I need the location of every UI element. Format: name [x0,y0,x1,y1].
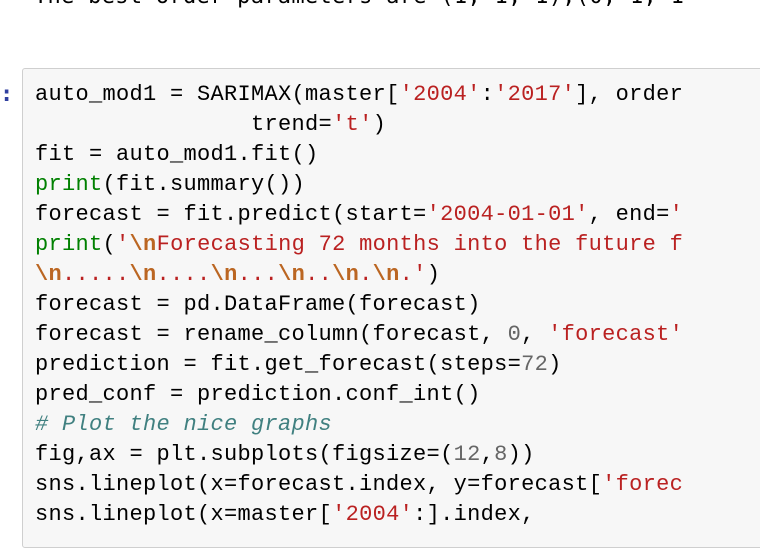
previous-output-text: The best order parameters are (1, 1, 1),… [34,0,684,9]
code-line[interactable]: trend='t') [35,110,683,140]
code-token: , end= [588,202,670,227]
code-line[interactable]: fit = auto_mod1.fit() [35,140,683,170]
code-token: : [480,82,495,107]
code-token: \n [278,262,306,287]
code-token: trend= [35,112,333,137]
code-token: fit = auto_mod1.fit() [35,142,319,167]
code-line[interactable]: forecast = pd.DataFrame(forecast) [35,290,683,320]
code-line[interactable]: print(fit.summary()) [35,170,683,200]
code-token: ], order [575,82,684,107]
code-token: prediction = fit.get_forecast(steps= [35,352,522,377]
cell-prompt: : [0,82,14,107]
code-token: 8 [494,442,508,467]
code-line[interactable]: pred_conf = prediction.conf_int() [35,380,683,410]
code-line[interactable]: # Plot the nice graphs [35,410,683,440]
code-token: \n [332,262,360,287]
code-line[interactable]: \n.....\n....\n...\n..\n.\n.') [35,260,683,290]
code-token: .' [399,262,427,287]
code-token: Forecasting 72 months into the future f [156,232,684,257]
code-token: forecast = fit.predict(start= [35,202,427,227]
code-line[interactable]: forecast = fit.predict(start='2004-01-01… [35,200,683,230]
code-line[interactable]: prediction = fit.get_forecast(steps=72) [35,350,683,380]
code-token: ' [669,202,684,227]
code-token: ) [548,352,562,377]
code-token: (fit.summary()) [102,172,306,197]
code-token: ' [116,232,130,257]
code-token: 0 [507,322,522,347]
code-line[interactable]: fig,ax = plt.subplots(figsize=(12,8)) [35,440,683,470]
code-token: :].index, [413,502,535,527]
code-token: # Plot the nice graphs [35,412,333,437]
code-token: \n [129,232,157,257]
code-token: 'forecast' [548,322,684,347]
code-token: sns.lineplot(x=forecast.index, y=forecas… [35,472,603,497]
code-token: '2004' [399,82,481,107]
code-line[interactable]: print('\nForecasting 72 months into the … [35,230,683,260]
code-token: print [35,232,103,257]
code-token: fig,ax = plt.subplots(figsize=( [35,442,454,467]
code-token: . [359,262,373,287]
code-token: ) [426,262,441,287]
code-line[interactable]: auto_mod1 = SARIMAX(master['2004':'2017'… [35,80,683,110]
code-token: auto_mod1 = SARIMAX(master[ [35,82,400,107]
code-line[interactable]: sns.lineplot(x=forecast.index, y=forecas… [35,470,683,500]
code-editor[interactable]: auto_mod1 = SARIMAX(master['2004':'2017'… [35,80,683,530]
code-token: ... [237,262,279,287]
code-token: 12 [453,442,481,467]
code-token: \n [372,262,400,287]
code-token: '2017' [494,82,576,107]
code-token: , [521,322,549,347]
code-token: )) [507,442,535,467]
code-token: '2004' [332,502,414,527]
code-token: pred_conf = prediction.conf_int() [35,382,481,407]
code-token: \n [129,262,157,287]
code-token: '2004-01-01' [426,202,589,227]
code-token: print [35,172,103,197]
code-token: 't' [332,112,373,137]
code-token: , [480,442,495,467]
code-token: .. [305,262,333,287]
code-token: 72 [521,352,549,377]
code-token: ) [372,112,387,137]
code-token: \n [35,262,63,287]
code-token: 'forec [602,472,684,497]
code-token: .... [156,262,211,287]
code-token: sns.lineplot(x=master[ [35,502,333,527]
code-token: forecast = pd.DataFrame(forecast) [35,292,481,317]
code-token: ..... [62,262,130,287]
code-line[interactable]: sns.lineplot(x=master['2004':].index, [35,500,683,530]
code-token: ( [102,232,117,257]
code-token: \n [210,262,238,287]
code-line[interactable]: forecast = rename_column(forecast, 0, 'f… [35,320,683,350]
code-token: forecast = rename_column(forecast, [35,322,508,347]
